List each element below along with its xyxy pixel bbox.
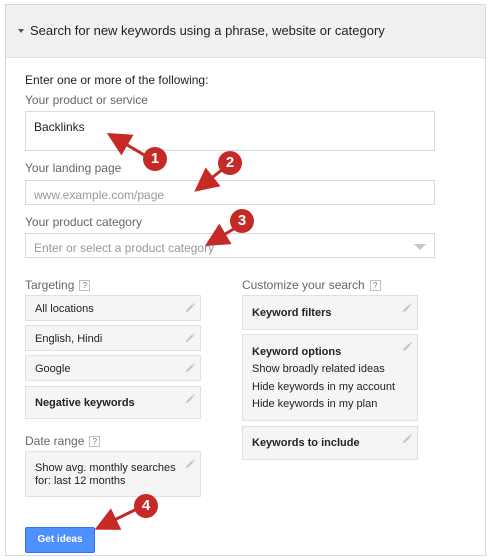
keyword-filters[interactable]: Keyword filters [242, 295, 418, 330]
targeting-network[interactable]: Google [25, 355, 201, 381]
keywords-to-include-text: Keywords to include [252, 437, 360, 449]
negative-keywords-text: Negative keywords [35, 397, 135, 409]
keyword-option-3: Hide keywords in my plan [252, 398, 378, 410]
product-category-label: Your product category [25, 215, 142, 229]
landing-page-label: Your landing page [25, 161, 122, 175]
product-service-value: Backlinks [34, 120, 85, 134]
targeting-languages-text: English, Hindi [35, 333, 103, 345]
annotation-marker-4: 4 [134, 494, 158, 518]
landing-page-input[interactable]: www.example.com/page [25, 180, 435, 205]
date-range-label: Date range? [25, 434, 101, 448]
edit-pencil-icon[interactable] [184, 302, 196, 314]
customize-label: Customize your search? [242, 278, 381, 292]
date-range-line1: Show avg. monthly searches [35, 462, 176, 474]
date-range-card[interactable]: Show avg. monthly searches for: last 12 … [25, 451, 201, 497]
edit-pencil-icon[interactable] [184, 362, 196, 374]
customize-help-icon[interactable]: ? [369, 280, 381, 291]
targeting-network-text: Google [35, 363, 71, 375]
targeting-locations-text: All locations [35, 303, 94, 315]
product-service-label: Your product or service [25, 93, 148, 107]
annotation-marker-3: 3 [230, 209, 254, 233]
keyword-options-title: Keyword options [252, 346, 342, 358]
annotation-marker-2: 2 [218, 151, 242, 175]
edit-pencil-icon[interactable] [401, 433, 413, 445]
date-range-help-icon[interactable]: ? [89, 436, 101, 447]
annotation-marker-1: 1 [143, 147, 167, 171]
customize-label-text: Customize your search [242, 278, 365, 292]
panel-header[interactable]: Search for new keywords using a phrase, … [6, 5, 485, 58]
keywords-to-include[interactable]: Keywords to include [242, 426, 418, 460]
targeting-label: Targeting? [25, 278, 91, 292]
caret-down-icon[interactable] [18, 29, 24, 33]
negative-keywords[interactable]: Negative keywords [25, 386, 201, 419]
date-range-label-text: Date range [25, 434, 85, 448]
keyword-filters-text: Keyword filters [252, 307, 332, 319]
edit-pencil-icon[interactable] [184, 393, 196, 405]
product-category-select[interactable]: Enter or select a product category [25, 233, 435, 258]
keyword-options[interactable]: Keyword options Show broadly related ide… [242, 334, 418, 421]
edit-pencil-icon[interactable] [184, 332, 196, 344]
dropdown-arrow-icon[interactable] [414, 244, 426, 250]
panel-title: Search for new keywords using a phrase, … [30, 23, 385, 38]
targeting-label-text: Targeting [25, 278, 75, 292]
product-service-input[interactable]: Backlinks [25, 111, 435, 151]
landing-page-placeholder: www.example.com/page [34, 188, 165, 202]
targeting-locations[interactable]: All locations [25, 295, 201, 321]
date-range-line2: for: last 12 months [35, 475, 126, 487]
keyword-option-2: Hide keywords in my account [252, 381, 396, 393]
get-ideas-button[interactable]: Get ideas [25, 527, 95, 553]
keyword-option-1: Show broadly related ideas [252, 363, 385, 375]
edit-pencil-icon[interactable] [401, 341, 413, 353]
product-category-placeholder: Enter or select a product category [34, 241, 215, 255]
edit-pencil-icon[interactable] [401, 302, 413, 314]
targeting-help-icon[interactable]: ? [79, 280, 91, 291]
targeting-languages[interactable]: English, Hindi [25, 325, 201, 351]
form-intro: Enter one or more of the following: [25, 73, 209, 87]
edit-pencil-icon[interactable] [184, 458, 196, 470]
